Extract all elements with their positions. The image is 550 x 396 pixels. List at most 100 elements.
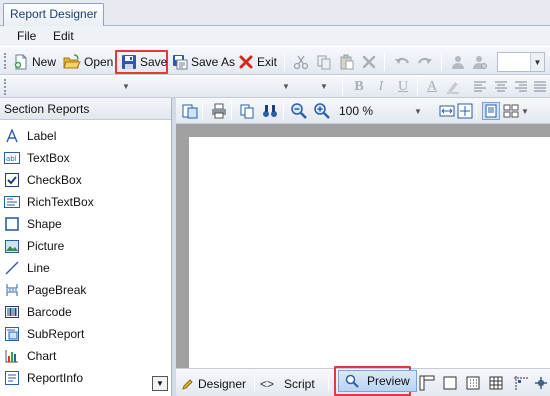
- tab-script[interactable]: <> Script: [260, 374, 315, 394]
- align-right-button[interactable]: [512, 78, 530, 96]
- toolbox-item-text: Picture: [27, 239, 65, 253]
- snap-lines-button[interactable]: [512, 374, 530, 392]
- zoom-combo[interactable]: 100 % ▼: [336, 101, 422, 121]
- save-button[interactable]: Save: [119, 52, 169, 72]
- justify-icon: [534, 81, 546, 92]
- new-label: New: [32, 55, 57, 69]
- copy-page-button[interactable]: [238, 102, 256, 120]
- binoculars-icon: [263, 105, 277, 117]
- layout-dots-button[interactable]: [464, 374, 482, 392]
- toolbox-item-text: ReportInfo: [27, 371, 84, 385]
- toolbox-item-chart[interactable]: Chart: [0, 345, 171, 367]
- undo-button[interactable]: [393, 53, 411, 71]
- save-as-label: Save As: [191, 55, 236, 69]
- ruler-icon: [419, 375, 435, 391]
- new-button[interactable]: New: [11, 52, 58, 72]
- snap-grid-button[interactable]: [532, 374, 550, 392]
- subreport-icon: [4, 326, 20, 342]
- toolbox-item-line[interactable]: Line: [0, 257, 171, 279]
- highlight-color-button[interactable]: [444, 78, 462, 96]
- style-combo[interactable]: ▼: [497, 52, 545, 72]
- toolbox-item-pagebreak[interactable]: PageBreak: [0, 279, 171, 301]
- chevron-down-icon[interactable]: ▼: [521, 107, 529, 116]
- toolbar-grip[interactable]: [4, 53, 7, 69]
- toolbar-separator: [231, 102, 232, 120]
- underline-button[interactable]: U: [394, 78, 412, 96]
- user-permissions-button[interactable]: [449, 53, 467, 71]
- menu-edit[interactable]: Edit: [49, 28, 78, 45]
- align-right-icon: [515, 81, 527, 92]
- toolbox-item-text: RichTextBox: [27, 195, 94, 209]
- font-combo[interactable]: ▼: [12, 78, 130, 96]
- toolbox-scroll-down-button[interactable]: ▼: [152, 376, 168, 391]
- cut-button[interactable]: [292, 53, 310, 71]
- italic-button[interactable]: I: [372, 78, 390, 96]
- save-label: Save: [140, 55, 168, 69]
- toolbox-item-text: PageBreak: [27, 283, 87, 297]
- copy-icon: [317, 55, 331, 70]
- toolbar-separator: [476, 102, 477, 120]
- chevron-down-icon: ▼: [414, 107, 422, 116]
- toolbox-item-label[interactable]: Label: [0, 125, 171, 147]
- print-button[interactable]: [210, 102, 228, 120]
- tab-preview[interactable]: Preview: [338, 370, 417, 392]
- user-settings-button[interactable]: [471, 53, 489, 71]
- size-combo[interactable]: ▼: [140, 78, 292, 96]
- user-icon: [452, 56, 464, 69]
- toolbox-item-reportinfo[interactable]: ReportInfo: [0, 367, 171, 389]
- redo-icon: [418, 57, 432, 64]
- align-center-button[interactable]: [492, 78, 510, 96]
- delete-x-icon: [362, 55, 376, 69]
- chevron-down-icon: ▼: [282, 82, 290, 91]
- toolbar-grip[interactable]: [4, 79, 7, 95]
- textbox-icon: abl: [4, 150, 20, 166]
- report-explorer-button[interactable]: [181, 102, 199, 120]
- tab-script-label: Script: [284, 377, 315, 391]
- exit-x-icon: [239, 55, 253, 69]
- multi-page-view-button[interactable]: [502, 102, 520, 120]
- delete-button[interactable]: [360, 53, 378, 71]
- main-toolbar: New Open Save Save As Exit ▼: [0, 46, 550, 75]
- copy-button[interactable]: [315, 53, 333, 71]
- toolbox-item-text: Shape: [27, 217, 62, 231]
- magnifier-icon: [345, 374, 359, 388]
- toolbox-item-richtextbox[interactable]: RichTextBox: [0, 191, 171, 213]
- toolbox-item-textbox[interactable]: abl TextBox: [0, 147, 171, 169]
- chevron-down-icon[interactable]: ▼: [530, 53, 544, 71]
- zoom-out-button[interactable]: [290, 102, 308, 120]
- toolbox-item-subreport[interactable]: SubReport: [0, 323, 171, 345]
- single-page-view-button[interactable]: [482, 102, 500, 120]
- label-icon: [4, 128, 20, 144]
- toolbox-item-shape[interactable]: Shape: [0, 213, 171, 235]
- ruler-button[interactable]: [418, 374, 436, 392]
- bold-button[interactable]: B: [350, 78, 368, 96]
- multi-page-icon: [503, 104, 519, 118]
- zoom-in-button[interactable]: [313, 102, 331, 120]
- save-as-icon: [173, 55, 188, 70]
- user-gear-icon: [473, 56, 487, 69]
- toolbox-item-barcode[interactable]: Barcode: [0, 301, 171, 323]
- font-color-button[interactable]: A: [423, 78, 441, 96]
- redo-button[interactable]: [416, 53, 434, 71]
- tab-designer[interactable]: Designer: [182, 374, 246, 394]
- chevron-down-icon: ▼: [156, 379, 164, 388]
- align-left-button[interactable]: [471, 78, 489, 96]
- menu-file[interactable]: File: [13, 28, 40, 45]
- fit-width-button[interactable]: [438, 102, 456, 120]
- paste-button[interactable]: [338, 53, 356, 71]
- justify-button[interactable]: [531, 78, 549, 96]
- find-button[interactable]: [261, 102, 279, 120]
- save-as-button[interactable]: Save As: [170, 52, 237, 72]
- exit-button[interactable]: Exit: [236, 52, 279, 72]
- toolbox-item-text: Label: [27, 129, 57, 143]
- report-designer-tab[interactable]: Report Designer: [3, 3, 105, 26]
- layout-single-button[interactable]: [441, 374, 459, 392]
- open-button[interactable]: Open: [61, 52, 115, 72]
- toolbox-item-text: Chart: [27, 349, 57, 363]
- toolbox-item-picture[interactable]: Picture: [0, 235, 171, 257]
- layout-grid-button[interactable]: [487, 374, 505, 392]
- report-page[interactable]: [189, 137, 550, 368]
- toolbox-item-checkbox[interactable]: CheckBox: [0, 169, 171, 191]
- chevron-down-icon[interactable]: ▼: [320, 82, 328, 91]
- fit-page-button[interactable]: [456, 102, 474, 120]
